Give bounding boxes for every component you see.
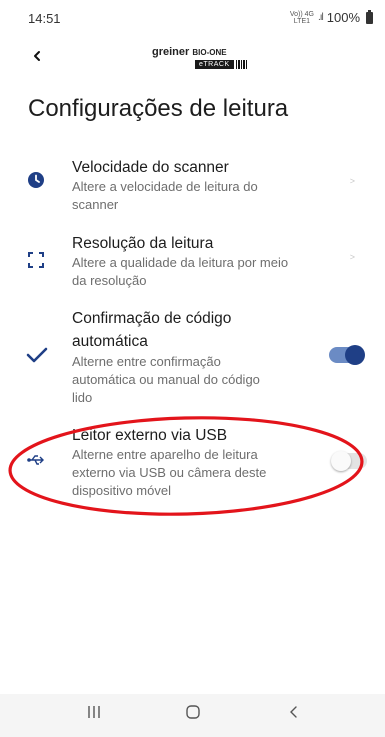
setting-description: Alterne entre aparelho de leitura extern…	[72, 447, 267, 498]
toggle-knob	[331, 451, 351, 471]
setting-description: Alterne entre confirmação automática ou …	[72, 354, 260, 405]
setting-title: Velocidade do scanner	[72, 159, 229, 176]
recents-icon[interactable]	[86, 704, 102, 725]
network-indicator: Vo)) 4G LTE1	[289, 10, 314, 25]
usb-icon	[26, 450, 46, 470]
app-header: greiner BIO-ONE eTRACK	[0, 44, 385, 74]
checkmark-icon	[26, 345, 48, 365]
back-icon[interactable]	[286, 704, 302, 725]
status-icons: Vo)) 4G LTE1 .ıl 100%	[289, 9, 373, 25]
external-usb-reader-toggle[interactable]	[331, 451, 367, 471]
toggle-knob	[345, 345, 365, 365]
setting-title: Leitor externo via USB	[72, 427, 228, 444]
setting-description: Altere a velocidade de leitura do scanne…	[72, 179, 258, 212]
home-icon[interactable]	[185, 704, 201, 725]
setting-title: Confirmação de código automática	[72, 310, 232, 350]
battery-percent: 100%	[326, 10, 360, 25]
auto-confirmation-toggle[interactable]	[329, 345, 365, 365]
page-title: Configurações de leitura	[28, 95, 289, 122]
scan-frame-icon	[26, 250, 46, 270]
greiner-logo: greiner BIO-ONE eTRACK	[152, 46, 250, 72]
chevron-left-icon	[34, 51, 40, 61]
setting-description: Altere a qualidade da leitura por meio d…	[72, 255, 289, 288]
clock-icon	[26, 170, 46, 190]
setting-title: Resolução da leitura	[72, 235, 214, 252]
status-time: 14:51	[28, 11, 61, 26]
status-bar: 14:51 Vo)) 4G LTE1 .ıl 100%	[0, 0, 385, 36]
chevron-right-icon: >	[349, 176, 355, 186]
back-button[interactable]	[28, 46, 48, 66]
signal-icon: .ıl	[317, 12, 324, 23]
chevron-right-icon: >	[349, 252, 355, 262]
battery-icon	[366, 9, 373, 24]
barcode-icon	[235, 60, 248, 69]
system-nav-bar	[0, 694, 385, 737]
